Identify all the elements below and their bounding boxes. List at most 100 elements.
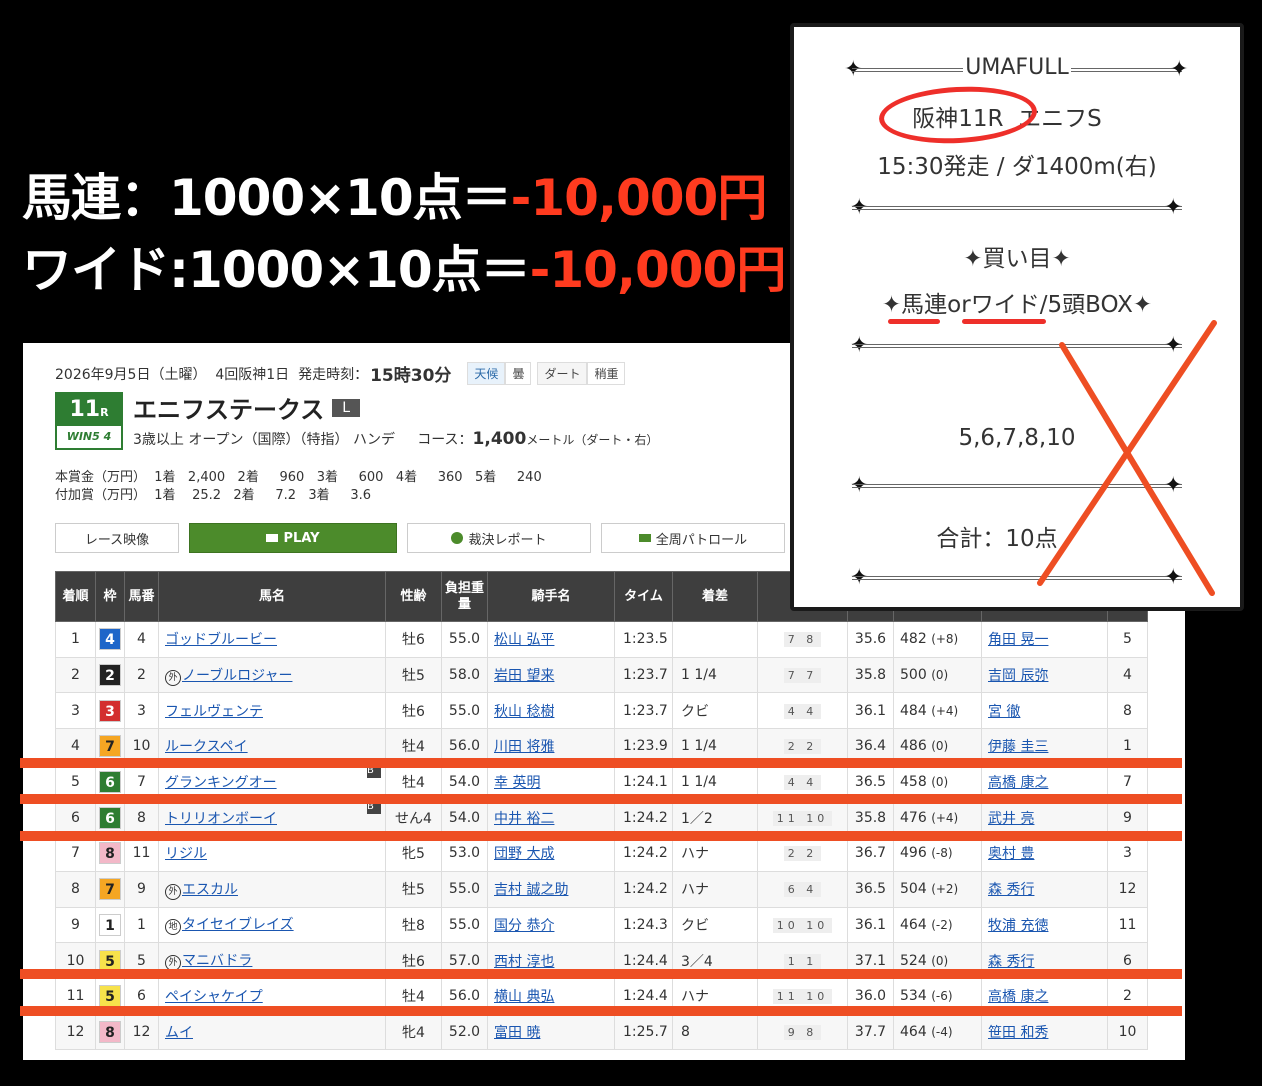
horse-name-link[interactable]: ノーブルロジャー — [182, 668, 292, 684]
horse-name-link[interactable]: ルークスペイ — [165, 739, 248, 755]
corner-cell: 9 8 — [757, 1013, 848, 1051]
trainer-link[interactable]: 高橋 康之 — [988, 989, 1048, 1005]
horse-number: 12 — [124, 1013, 159, 1051]
body-weight: 486 — [900, 738, 927, 755]
sex-age: 牝4 — [385, 1013, 442, 1051]
waku-badge: 3 — [99, 699, 121, 722]
jockey-link[interactable]: 吉村 誠之助 — [494, 882, 568, 898]
body-weight-cell: 464 (-4) — [893, 1013, 982, 1051]
jockey-link[interactable]: 秋山 稔樹 — [494, 704, 554, 720]
jockey-link[interactable]: 横山 典弘 — [494, 989, 554, 1005]
jockey-link[interactable]: 松山 弘平 — [494, 632, 554, 648]
body-weight-diff: (+4) — [931, 810, 959, 825]
waku-badge: 4 — [99, 628, 121, 651]
jockey-link[interactable]: 国分 恭介 — [494, 918, 554, 934]
popularity: 10 — [1107, 1013, 1148, 1051]
corner-positions: 2 2 — [783, 846, 822, 862]
inquiry-report-button[interactable]: 裁決レポート — [407, 523, 591, 553]
corner-positions: 1 1 — [783, 953, 822, 969]
sex-age: 牡6 — [385, 621, 442, 658]
horse-name-link[interactable]: ゴッドブルービー — [165, 632, 277, 648]
body-weight: 464 — [900, 916, 927, 933]
body-weight: 524 — [900, 952, 927, 969]
prediction-card: ✦ ✦ UMAFULL 阪神11R エニフS 15:30発走 / ダ1400m(… — [790, 23, 1244, 611]
header-weight: 負担重量 — [441, 571, 488, 622]
horse-name-link[interactable]: フェルヴェンテ — [165, 704, 263, 720]
grade-badge: L — [332, 398, 361, 417]
trainer-link[interactable]: 吉岡 辰弥 — [988, 668, 1048, 684]
trainer-link[interactable]: 高橋 康之 — [988, 775, 1048, 791]
video-camera-icon — [266, 534, 279, 542]
patrol-video-button[interactable]: 全周パトロール — [601, 523, 785, 553]
horse-name-cell: ムイ — [158, 1013, 386, 1051]
jockey-link[interactable]: 富田 暁 — [494, 1025, 540, 1041]
body-weight-diff: (-2) — [931, 917, 953, 932]
trainer-link[interactable]: 森 秀行 — [988, 882, 1034, 898]
trainer-link[interactable]: 宮 徹 — [988, 704, 1020, 720]
headline-wide-value: -10,000円 — [529, 241, 787, 299]
body-weight: 476 — [900, 809, 927, 826]
horse-name-cell: ゴッドブルービー — [158, 621, 386, 658]
finish-time: 1:23.7 — [614, 692, 673, 730]
horse-name-link[interactable]: トリリオンボーイ — [165, 811, 277, 827]
race-video-button[interactable]: レース映像 — [55, 523, 179, 553]
jockey-link[interactable]: 幸 英明 — [494, 775, 540, 791]
horse-name-link[interactable]: タイセイブレイズ — [182, 917, 294, 933]
header-margin: 着差 — [672, 571, 758, 622]
horse-name-link[interactable]: エスカル — [182, 882, 238, 898]
corner-cell: 4 4 — [757, 692, 848, 730]
header-waku: 枠 — [95, 571, 125, 622]
trainer-link[interactable]: 伊藤 圭三 — [988, 739, 1048, 755]
horse-name-link[interactable]: ムイ — [165, 1025, 193, 1041]
corner-positions: 6 4 — [783, 882, 822, 898]
waku-badge: 2 — [99, 664, 121, 687]
play-button[interactable]: PLAY — [189, 523, 397, 553]
body-weight: 482 — [900, 631, 927, 648]
popularity: 5 — [1107, 621, 1148, 658]
trainer-link[interactable]: 奥村 豊 — [988, 846, 1034, 862]
jockey-link[interactable]: 岩田 望来 — [494, 668, 554, 684]
jockey-link[interactable]: 中井 裕二 — [494, 811, 554, 827]
header-horse-name: 馬名 — [158, 571, 386, 622]
horse-name-link[interactable]: グランキングオー — [165, 775, 277, 791]
waku-cell: 7 — [95, 870, 125, 908]
sex-age: 牡6 — [385, 692, 442, 730]
trainer-link[interactable]: 武井 亮 — [988, 811, 1034, 827]
jockey-link[interactable]: 西村 淳也 — [494, 954, 554, 970]
jockey-link[interactable]: 川田 将雅 — [494, 739, 554, 755]
horse-name-link[interactable]: ペイシャケイプ — [165, 989, 263, 1005]
start-label: 発走時刻： — [298, 366, 369, 383]
race-video-label: レース映像 — [84, 532, 150, 548]
body-weight: 500 — [900, 667, 927, 684]
table-row: 1 4 4 ゴッドブルービー 牡6 55.0 松山 弘平 1:23.5 7 8 35.6 482 (… — [55, 621, 1148, 658]
waku-badge: 7 — [99, 735, 121, 758]
last-3f: 35.8 — [847, 656, 894, 694]
body-weight-diff: (+4) — [931, 703, 959, 718]
strike-line — [20, 969, 1182, 979]
trainer-link[interactable]: 牧浦 充徳 — [988, 918, 1048, 934]
trainer-link[interactable]: 角田 晃一 — [988, 632, 1048, 648]
inquiry-report-label: 裁決レポート — [468, 532, 547, 548]
horse-number: 4 — [124, 621, 159, 658]
waku-cell: 1 — [95, 906, 125, 944]
body-weight-diff: (+2) — [931, 882, 959, 897]
trainer-link[interactable]: 笹田 和秀 — [988, 1025, 1048, 1041]
trainer-link[interactable]: 森 秀行 — [988, 954, 1034, 970]
horse-name-cell: 地タイセイブレイズ — [158, 906, 386, 944]
course-distance: 1,400 — [472, 429, 527, 449]
prize-line-main: 本賞金（万円） 1着 2,400 2着 960 3着 600 4着 360 5着… — [55, 470, 542, 485]
body-weight-diff: (+8) — [931, 632, 959, 647]
carried-weight: 55.0 — [441, 692, 488, 730]
header-time: タイム — [614, 571, 673, 622]
race-conditions: 3歳以上 オープン（国際）（特指） ハンデ コース：1,400メートル（ダート・… — [133, 429, 658, 449]
trainer-cell: 森 秀行 — [981, 870, 1108, 908]
corner-cell: 6 4 — [757, 870, 848, 908]
video-camera-icon — [638, 534, 651, 542]
horse-name-link[interactable]: リジル — [165, 846, 207, 862]
jockey-link[interactable]: 団野 大成 — [494, 846, 554, 862]
horse-name-link[interactable]: マニバドラ — [182, 953, 252, 969]
table-row: 8 7 9 外エスカル 牡5 55.0 吉村 誠之助 1:24.2 ハナ 6 4 36.5 504 (… — [55, 870, 1148, 908]
carried-weight: 55.0 — [441, 870, 488, 908]
arrow-circle-icon — [451, 532, 464, 544]
body-weight-diff: (-8) — [931, 846, 953, 861]
